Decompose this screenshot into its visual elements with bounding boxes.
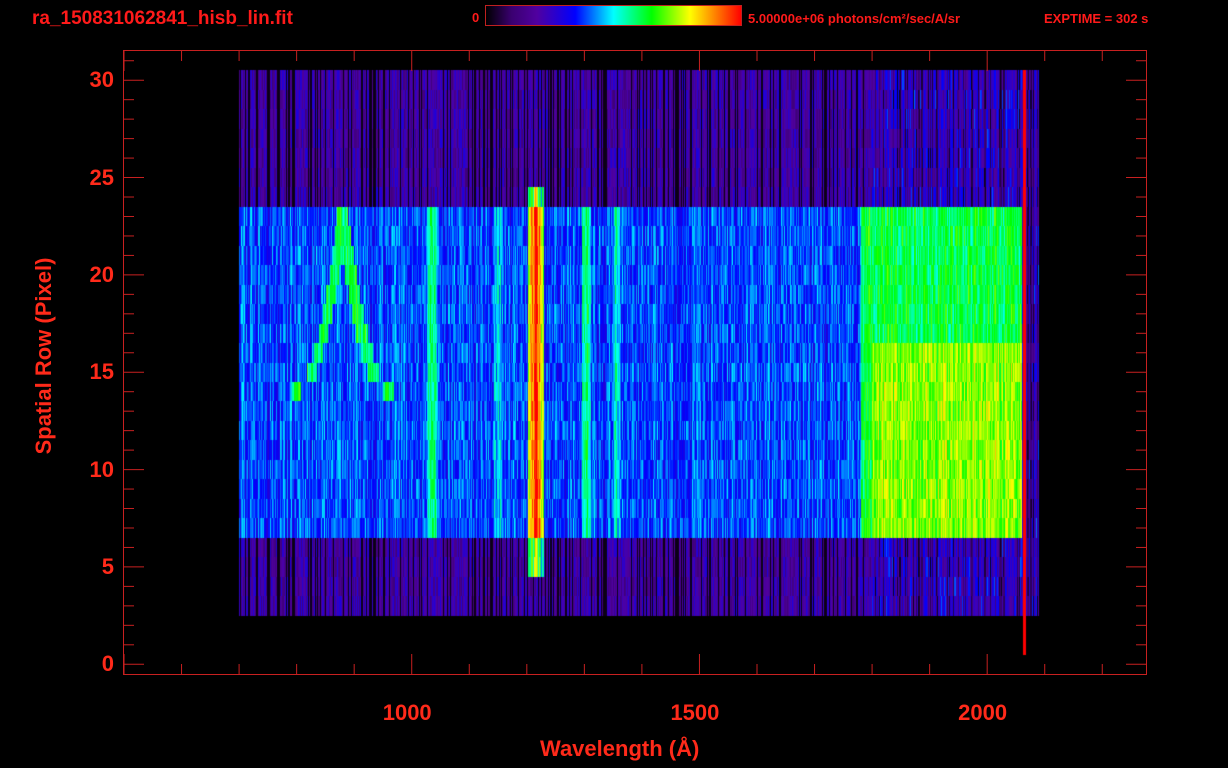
x-tick-label: 1000 — [382, 700, 432, 725]
x-tick-label: 2000 — [958, 700, 1008, 725]
y-tick-label: 0 — [101, 651, 114, 677]
colorbar-max-label: 5.00000e+06 photons/cm²/sec/A/sr — [748, 11, 961, 26]
x-axis-label: Wavelength (Å) — [540, 736, 700, 761]
y-tick-label: 5 — [101, 553, 114, 579]
y-tick-label: 20 — [89, 261, 114, 287]
file-title: ra_150831062841_hisb_lin.fit — [32, 8, 293, 29]
colorbar — [485, 5, 742, 26]
plot-area — [123, 50, 1147, 675]
y-tick-label: 15 — [89, 359, 114, 385]
colorbar-min-label: 0 — [472, 10, 480, 25]
y-tick-label: 10 — [89, 456, 114, 482]
exposure-time: EXPTIME = 302 s — [1044, 11, 1149, 26]
y-tick-label: 30 — [89, 67, 114, 93]
y-tick-label: 25 — [89, 164, 114, 190]
axis-ticks — [124, 51, 1146, 674]
x-tick-label: 1500 — [670, 700, 720, 725]
y-axis-label: Spatial Row (Pixel) — [31, 257, 56, 455]
